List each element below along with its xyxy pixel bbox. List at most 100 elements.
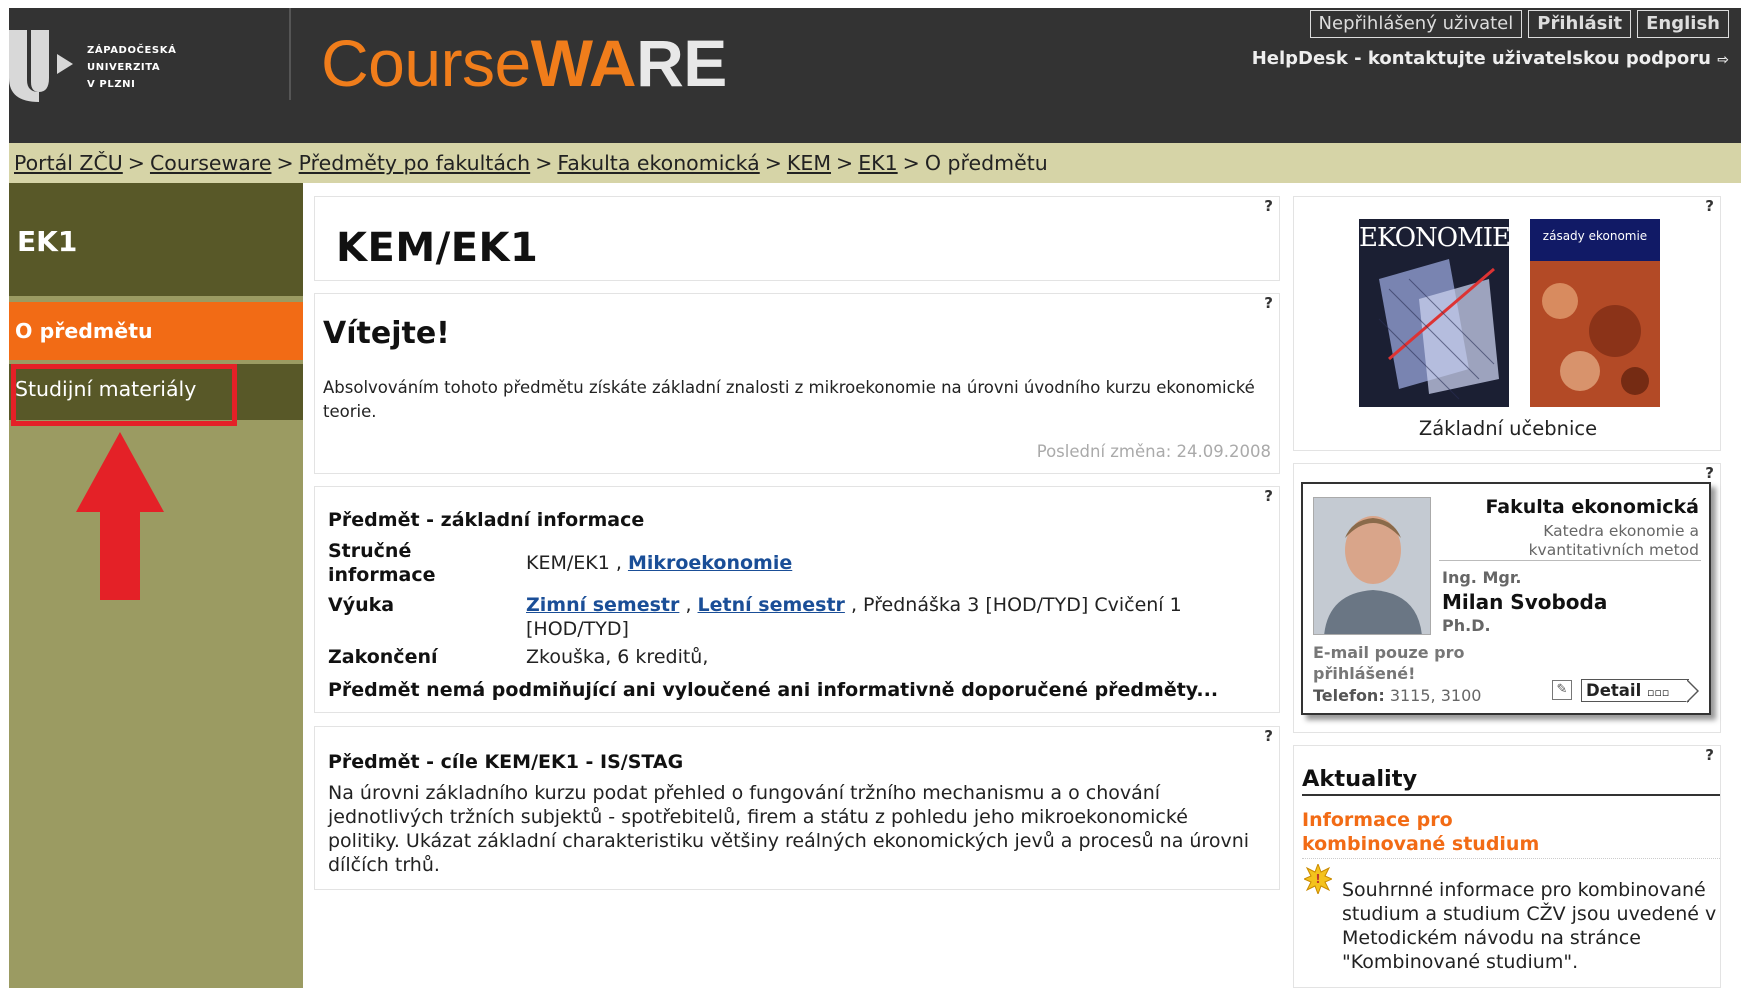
- svg-text:!: !: [1315, 872, 1320, 886]
- person-photo-icon: [1314, 498, 1430, 634]
- breadcrumb: Portál ZČU > Courseware > Předměty po fakult…: [9, 143, 1741, 183]
- breadcrumb-link[interactable]: Fakulta ekonomická: [557, 151, 759, 175]
- comma-separator: ,: [685, 594, 692, 616]
- help-icon[interactable]: ?: [1264, 294, 1273, 312]
- completion-value: Zkouška, 6 kreditů,: [526, 646, 709, 668]
- teaching-value: Zimní semestr , Letní semestr , Přednášk…: [526, 593, 1246, 641]
- department-name: Katedra ekonomie a kvantitativních metod: [1528, 522, 1699, 559]
- app-title[interactable]: CourseWARE: [321, 24, 727, 102]
- breadcrumb-separator: >: [535, 151, 553, 175]
- last-change: Poslední změna: 24.09.2008: [1036, 442, 1271, 461]
- goals-heading: Předmět - cíle KEM/EK1 - IS/STAG: [328, 751, 684, 773]
- top-links: Nepřihlášený uživatel Přihlásit English: [1309, 10, 1729, 38]
- teaching-label: Výuka: [328, 594, 395, 616]
- language-english-button[interactable]: English: [1637, 10, 1729, 38]
- teacher-name: Milan Svoboda: [1442, 590, 1608, 614]
- detail-arrow-icon: [1686, 679, 1699, 703]
- news-divider: [1302, 858, 1720, 859]
- book2-title: zásady ekonomie: [1542, 229, 1648, 243]
- detail-button[interactable]: Detail ▫▫▫: [1581, 679, 1689, 702]
- phone-value: 3115, 3100: [1389, 686, 1482, 705]
- teacher-title-before: Ing. Mgr.: [1442, 568, 1522, 587]
- breadcrumb-link[interactable]: EK1: [858, 151, 897, 175]
- helpdesk-label: HelpDesk - kontaktujte uživatelskou podp…: [1251, 48, 1711, 69]
- textbooks-caption: Základní učebnice: [1418, 417, 1598, 440]
- breadcrumb-link[interactable]: Předměty po fakultách: [299, 151, 531, 175]
- login-button[interactable]: Přihlásit: [1528, 10, 1632, 38]
- textbooks-panel: ? EKONOMIE zásady ekonomie Základní učeb…: [1293, 196, 1721, 451]
- annotation-highlight-box: [11, 364, 237, 426]
- completion-label: Zakončení: [328, 646, 438, 668]
- breadcrumb-separator: >: [764, 151, 782, 175]
- welcome-panel: ? Vítejte! Absolvováním tohoto předmětu …: [314, 293, 1280, 474]
- detail-label: Detail: [1586, 681, 1642, 700]
- breadcrumb-separator: >: [127, 151, 145, 175]
- external-link-icon: ⇨: [1717, 52, 1729, 68]
- course-info-panel: ? Předmět - základní informace Stručné i…: [314, 486, 1280, 713]
- welcome-text: Absolvováním tohoto předmětu získáte zák…: [323, 378, 1255, 421]
- app-title-re: RE: [636, 26, 727, 100]
- course-code-value: KEM/EK1 ,: [526, 552, 622, 574]
- brief-info-label: Stručné informace: [328, 540, 436, 586]
- course-code: KEM/EK1: [336, 225, 539, 271]
- prerequisites-note: Předmět nemá podmiňující ani vyloučené a…: [328, 679, 1219, 701]
- breadcrumb-current: O předmětu: [924, 151, 1048, 175]
- help-icon[interactable]: ?: [1705, 464, 1714, 482]
- breadcrumb-separator: >: [276, 151, 294, 175]
- logo-line: ZÁPADOČESKÁ: [87, 45, 177, 56]
- info-heading: Předmět - základní informace: [328, 509, 645, 531]
- app-title-wa: WA: [530, 26, 637, 100]
- summer-semester-link[interactable]: Letní semestr: [698, 594, 845, 616]
- helpdesk-link[interactable]: HelpDesk - kontaktujte uživatelskou podp…: [1252, 48, 1729, 69]
- breadcrumb-link[interactable]: KEM: [787, 151, 831, 175]
- news-heading: Aktuality: [1302, 766, 1720, 796]
- help-icon[interactable]: ?: [1705, 746, 1714, 764]
- news-text: Souhrnné informace pro kombinované studi…: [1342, 879, 1717, 973]
- book-cover-zasady-ekonomie[interactable]: zásady ekonomie: [1530, 219, 1660, 407]
- book2-artwork-icon: [1542, 283, 1649, 395]
- help-icon[interactable]: ?: [1264, 727, 1273, 745]
- breadcrumb-link[interactable]: Courseware: [150, 151, 272, 175]
- help-icon[interactable]: ?: [1264, 197, 1273, 215]
- edit-pencil-icon[interactable]: ✎: [1552, 680, 1572, 700]
- site-header: ZÁPADOČESKÁ UNIVERZITA V PLZNI CourseWAR…: [9, 8, 1741, 143]
- help-icon[interactable]: ?: [1264, 487, 1273, 505]
- zcu-logo[interactable]: ZÁPADOČESKÁ UNIVERZITA V PLZNI: [9, 20, 179, 110]
- breadcrumb-link[interactable]: Portál ZČU: [14, 151, 123, 175]
- card-divider: [1439, 560, 1701, 561]
- logo-line: UNIVERZITA: [87, 62, 161, 73]
- teacher-card: Fakulta ekonomická Katedra ekonomie a kv…: [1301, 482, 1711, 715]
- teacher-photo: [1313, 497, 1431, 635]
- app-title-course: Course: [321, 26, 531, 100]
- breadcrumb-separator: >: [836, 151, 854, 175]
- teacher-phone: Telefon: 3115, 3100: [1313, 686, 1481, 705]
- logo-line: V PLZNI: [87, 79, 136, 90]
- news-item-link[interactable]: Informace pro kombinované studium: [1302, 808, 1540, 856]
- zcu-logo-icon: [9, 30, 73, 102]
- course-title-panel: ? KEM/EK1: [314, 196, 1280, 281]
- phone-label: Telefon:: [1313, 686, 1385, 705]
- goals-text: Na úrovni základního kurzu podat přehled…: [328, 782, 1250, 876]
- faculty-name: Fakulta ekonomická: [1485, 496, 1699, 518]
- header-divider: [289, 8, 291, 100]
- teacher-title-after: Ph.D.: [1442, 616, 1491, 635]
- course-name-link[interactable]: Mikroekonomie: [628, 552, 792, 574]
- sidebar-item-o-predmetu[interactable]: O předmětu: [9, 302, 303, 360]
- email-note: E-mail pouze pro přihlášené!: [1313, 643, 1465, 683]
- notice-burst-icon: !: [1304, 864, 1332, 894]
- sidebar-title: EK1: [9, 183, 303, 296]
- winter-semester-link[interactable]: Zimní semestr: [526, 594, 679, 616]
- help-icon[interactable]: ?: [1705, 197, 1714, 215]
- teacher-panel: ? Fakulta ekonomická Katedra ekonomie a …: [1293, 463, 1721, 733]
- breadcrumb-separator: >: [902, 151, 920, 175]
- logo-text: ZÁPADOČESKÁ UNIVERZITA V PLZNI: [87, 42, 176, 93]
- news-panel: ? Aktuality Informace pro kombinované st…: [1293, 745, 1721, 988]
- course-goals-panel: ? Předmět - cíle KEM/EK1 - IS/STAG Na úr…: [314, 726, 1280, 890]
- brief-info-value: KEM/EK1 , Mikroekonomie: [526, 551, 1246, 575]
- annotation-arrow-icon: [76, 432, 164, 600]
- user-status: Nepřihlášený uživatel: [1309, 10, 1523, 38]
- welcome-heading: Vítejte!: [323, 316, 450, 351]
- detail-dots-icon: ▫▫▫: [1646, 686, 1670, 699]
- book1-artwork-icon: [1378, 259, 1499, 400]
- book-cover-ekonomie[interactable]: EKONOMIE: [1359, 219, 1509, 407]
